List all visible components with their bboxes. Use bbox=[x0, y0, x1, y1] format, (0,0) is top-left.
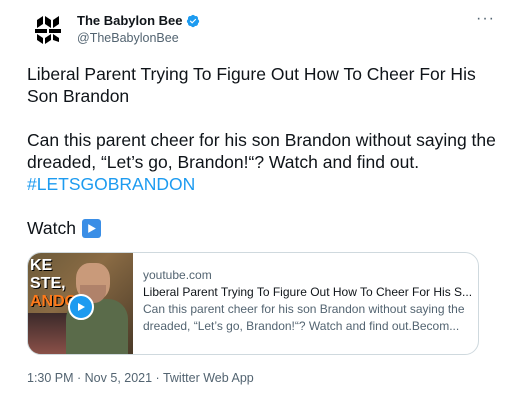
video-thumbnail[interactable]: KE STE, ANDO bbox=[28, 253, 133, 354]
tweet-header: The Babylon Bee @TheBabylonBee ··· bbox=[27, 10, 495, 50]
tweet-description: Can this parent cheer for his son Brando… bbox=[27, 130, 496, 172]
babylon-bee-logo-icon bbox=[35, 16, 61, 44]
watch-label: Watch bbox=[27, 218, 76, 238]
watch-line: Watch bbox=[27, 217, 497, 239]
author-names: The Babylon Bee @TheBabylonBee bbox=[77, 12, 200, 47]
tweet: The Babylon Bee @TheBabylonBee ··· Liber… bbox=[0, 0, 514, 401]
author-handle[interactable]: @TheBabylonBee bbox=[77, 30, 200, 47]
card-title: Liberal Parent Trying To Figure Out How … bbox=[143, 285, 473, 299]
tweet-headline: Liberal Parent Trying To Figure Out How … bbox=[27, 64, 476, 106]
tweet-timestamp[interactable]: 1:30 PM · Nov 5, 2021 · Twitter Web App bbox=[27, 371, 254, 385]
hashtag-link[interactable]: #LETSGOBRANDON bbox=[27, 174, 195, 194]
card-text: youtube.com Liberal Parent Trying To Fig… bbox=[143, 267, 473, 335]
more-options-icon[interactable]: ··· bbox=[476, 10, 495, 28]
link-preview-card[interactable]: KE STE, ANDO youtube.com Liberal Parent … bbox=[27, 252, 479, 355]
tweet-text: Can this parent cheer for his son Brando… bbox=[27, 129, 497, 195]
tweet-body: Liberal Parent Trying To Figure Out How … bbox=[27, 63, 497, 239]
play-icon[interactable] bbox=[68, 294, 94, 320]
verified-badge-icon bbox=[187, 14, 200, 27]
avatar[interactable] bbox=[29, 10, 67, 48]
card-domain: youtube.com bbox=[143, 268, 212, 282]
card-description: Can this parent cheer for his son Brando… bbox=[143, 302, 465, 333]
author-name[interactable]: The Babylon Bee bbox=[77, 12, 182, 29]
play-button-emoji-icon bbox=[81, 218, 101, 238]
